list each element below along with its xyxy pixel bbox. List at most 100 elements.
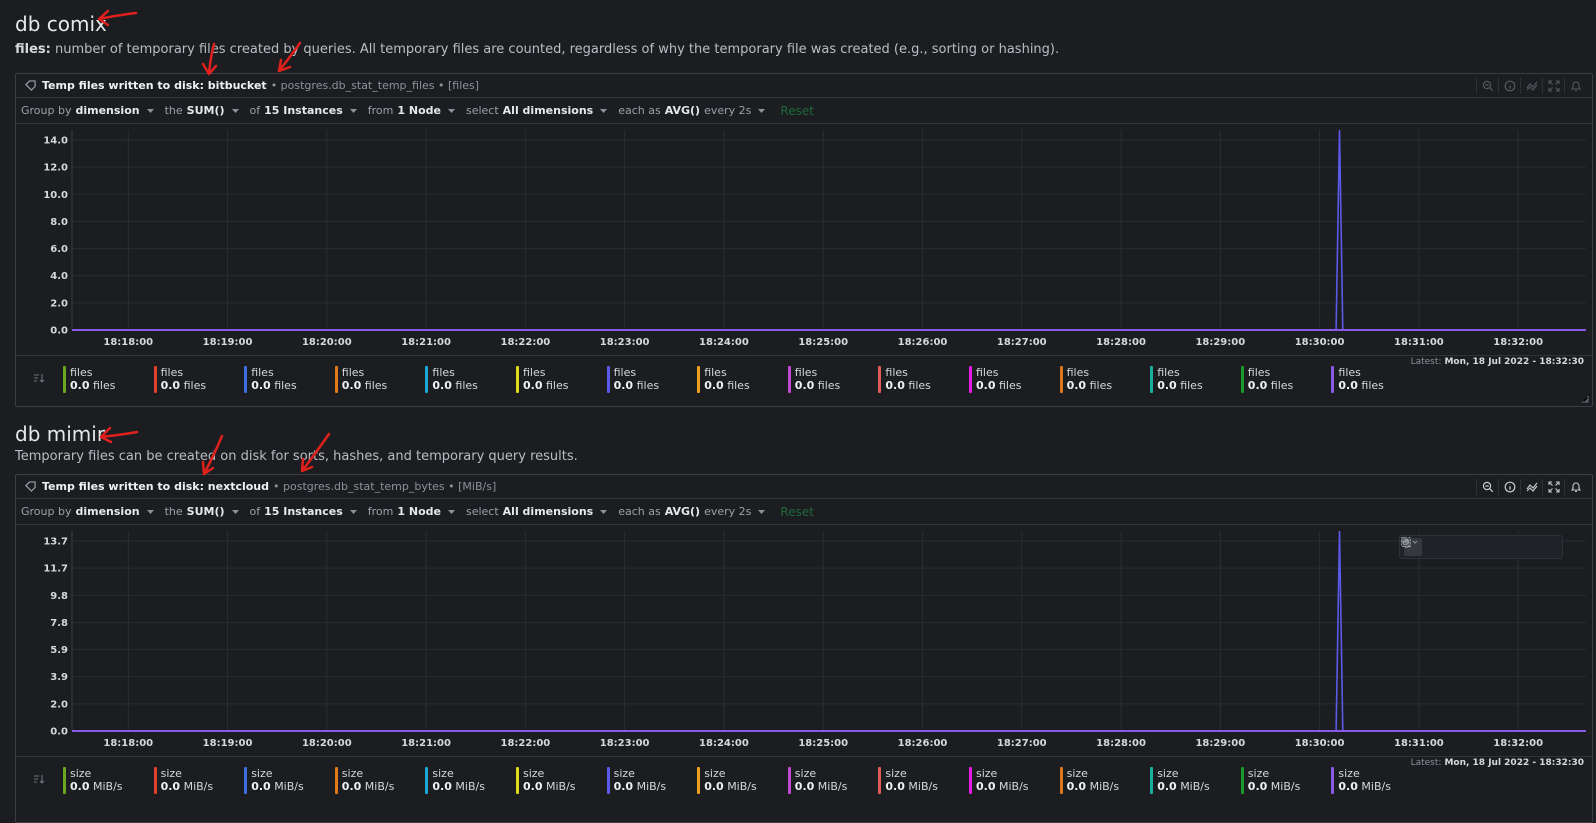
legend-item[interactable]: size 0.0 MiB/s (1059, 767, 1119, 795)
x-tick-label: 18:20:00 (302, 738, 352, 749)
legend-item[interactable]: files 0.0 files (1331, 366, 1384, 394)
select-vertical-icon[interactable] (1401, 537, 1480, 556)
dimensions-dropdown[interactable]: select All dimensions (466, 104, 608, 117)
info-icon[interactable] (1498, 479, 1520, 495)
legend-color-swatch (878, 366, 882, 393)
legend-item[interactable]: files 0.0 files (606, 366, 659, 394)
legend-value: 0.0 files (70, 379, 116, 392)
legend-value: 0.0 files (1338, 379, 1384, 392)
select-area-icon[interactable] (1401, 537, 1446, 556)
legend-item[interactable]: size 0.0 MiB/s (1240, 767, 1300, 795)
x-tick-label: 18:26:00 (898, 738, 948, 749)
zoom-out-icon[interactable] (1400, 536, 1528, 556)
desc-label: files: (15, 42, 51, 57)
legend-color-swatch (1059, 366, 1063, 393)
legend-value: 0.0 MiB/s (251, 780, 304, 793)
resize-handle-icon[interactable] (1580, 394, 1589, 403)
legend-item[interactable]: size 0.0 MiB/s (878, 767, 938, 795)
alert-bell-icon[interactable] (1564, 479, 1586, 495)
chart-plot-area[interactable]: 0.0 2.0 3.9 5.9 7.8 9.8 11.7 13.7 18:18:00 18:19:… (16, 525, 1592, 768)
chart-plot-area[interactable]: 0.0 2.0 4.0 6.0 8.0 10.0 12.0 14.0 18:18:00 18:19… (16, 124, 1592, 367)
zoom-in-icon[interactable] (1400, 536, 1504, 556)
legend-item[interactable]: size 0.0 MiB/s (697, 767, 757, 795)
chevron-down-icon (758, 108, 766, 113)
legend-item[interactable]: files 0.0 files (697, 366, 750, 394)
legend-item[interactable]: files 0.0 files (787, 366, 840, 394)
legend-value: 0.0 MiB/s (704, 780, 757, 793)
desc-text: number of temporary files created by que… (50, 42, 1060, 57)
dimensions-dropdown[interactable]: select All dimensions (466, 505, 608, 518)
chart-header: Temp files written to disk: bitbucket • … (16, 74, 1592, 98)
chart-type-switch-icon[interactable] (1520, 479, 1542, 495)
legend-value: 0.0 files (704, 379, 750, 392)
sort-icon[interactable] (33, 773, 45, 785)
legend-item[interactable]: files 0.0 files (1240, 366, 1293, 394)
reset-button[interactable]: Reset (780, 505, 814, 519)
legend-dimension-name: size (160, 767, 182, 780)
legend-item[interactable]: size 0.0 MiB/s (63, 767, 123, 795)
aggregation-dropdown[interactable]: the SUM() (165, 104, 240, 117)
legend-item[interactable]: size 0.0 MiB/s (1150, 767, 1210, 795)
reset-button[interactable]: Reset (780, 104, 814, 118)
legend-item[interactable]: files 0.0 files (1150, 366, 1203, 394)
legend-value: 0.0 MiB/s (613, 780, 667, 793)
section-title: db mimir (15, 422, 106, 446)
x-tick-label: 18:22:00 (500, 337, 550, 348)
chart-toolbar (1476, 479, 1586, 495)
legend-item[interactable]: size 0.0 MiB/s (153, 767, 213, 795)
legend-item[interactable]: files 0.0 files (334, 366, 388, 394)
chart-title: Temp files written to disk: nextcloud (42, 480, 270, 493)
section-db-mimir: db mimir Temporary files can be created … (15, 421, 1593, 465)
group-by-dropdown[interactable]: Group by dimension (21, 505, 155, 518)
sort-icon[interactable] (33, 372, 45, 384)
chevron-down-icon (600, 108, 608, 113)
legend-item[interactable]: size 0.0 MiB/s (787, 767, 847, 795)
fullscreen-icon[interactable] (1542, 78, 1564, 94)
legend-color-swatch (787, 767, 791, 794)
chart-svg: 0.0 2.0 4.0 6.0 8.0 10.0 12.0 14.0 18:18:00 18:19… (43, 129, 1586, 348)
x-tick-label: 18:31:00 (1394, 337, 1444, 348)
legend-dimension-name: size (794, 767, 817, 780)
legend-item[interactable]: size 0.0 MiB/s (969, 767, 1029, 795)
time-aggregation-dropdown[interactable]: each as AVG() every 2s (618, 505, 766, 518)
legend-value: 0.0 MiB/s (1157, 780, 1210, 793)
y-tick-label: 8.0 (50, 217, 68, 228)
legend-item[interactable]: size 0.0 MiB/s (1331, 767, 1391, 795)
legend-item[interactable]: size 0.0 MiB/s (244, 767, 304, 795)
legend-item[interactable]: files 0.0 files (969, 366, 1021, 394)
section-description: files: number of temporary files created… (15, 42, 1593, 58)
legend-color-swatch (244, 366, 248, 393)
info-icon[interactable] (1498, 78, 1520, 94)
legend-value: 0.0 MiB/s (341, 780, 395, 793)
group-by-dropdown[interactable]: Group by dimension (21, 104, 155, 117)
legend-item[interactable]: files 0.0 files (516, 366, 568, 394)
time-aggregation-dropdown[interactable]: each as AVG() every 2s (618, 104, 766, 117)
alert-bell-icon[interactable] (1564, 78, 1586, 94)
legend-item[interactable]: files 0.0 files (878, 366, 931, 394)
legend-item[interactable]: files 0.0 files (1059, 366, 1112, 394)
nodes-dropdown[interactable]: from 1 Node (368, 104, 456, 117)
legend-item[interactable]: files 0.0 files (244, 366, 297, 394)
legend-item[interactable]: size 0.0 MiB/s (334, 767, 395, 795)
legend-item[interactable]: size 0.0 MiB/s (606, 767, 667, 795)
x-tick-label: 18:24:00 (699, 337, 749, 348)
nodes-dropdown[interactable]: from 1 Node (368, 505, 456, 518)
legend-item[interactable]: size 0.0 MiB/s (425, 767, 485, 795)
chevron-down-icon (349, 108, 357, 113)
zoom-out-icon[interactable] (1476, 78, 1498, 94)
legend-item[interactable]: size 0.0 MiB/s (516, 767, 576, 795)
instances-dropdown[interactable]: of 15 Instances (250, 505, 358, 518)
section-db-comix: db comix files: number of temporary file… (15, 11, 1593, 58)
instances-dropdown[interactable]: of 15 Instances (250, 104, 358, 117)
reset-zoom-icon[interactable] (1401, 537, 1552, 556)
aggregation-dropdown[interactable]: the SUM() (165, 505, 240, 518)
legend-item[interactable]: files 0.0 files (425, 366, 478, 394)
y-tick-label: 2.0 (50, 298, 68, 309)
legend-item[interactable]: files 0.0 files (63, 366, 115, 394)
legend-item[interactable]: files 0.0 files (153, 366, 206, 394)
chart-type-switch-icon[interactable] (1520, 78, 1542, 94)
zoom-out-icon[interactable] (1476, 479, 1498, 495)
legend-dimension-name: files (1338, 366, 1361, 379)
fullscreen-icon[interactable] (1542, 479, 1564, 495)
legend-value: 0.0 files (341, 379, 388, 392)
